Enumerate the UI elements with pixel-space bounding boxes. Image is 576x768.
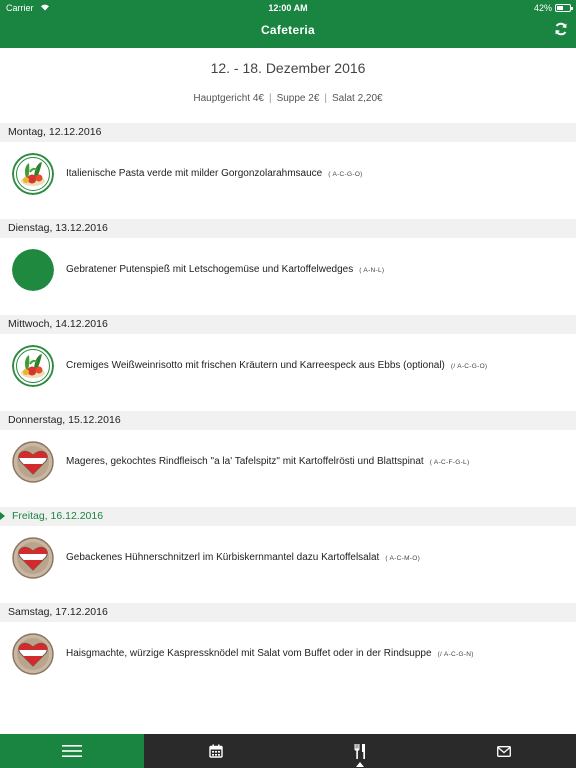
week-range: 12. - 18. Dezember 2016 — [210, 60, 366, 76]
meal-description: Mageres, gekochtes Rindfleisch "a la' Ta… — [66, 456, 469, 467]
battery-percent: 42% — [533, 3, 552, 13]
vegetarian-icon — [12, 345, 54, 387]
austria-heart-icon — [12, 537, 54, 579]
day-list: Montag, 12.12.2016 Italienische Pasta ver… — [0, 123, 576, 699]
fork-knife-icon — [354, 743, 366, 759]
status-bar: Carrier 12:00 AM 42% — [0, 0, 576, 16]
meal-description: Gebratener Putenspieß mit Letschogemüse … — [66, 264, 384, 275]
battery-icon — [555, 4, 573, 12]
meal-description: Cremiges Weißweinrisotto mit frischen Kr… — [66, 360, 487, 371]
calendar-icon — [209, 744, 223, 758]
austria-heart-icon — [12, 633, 54, 675]
allergen-codes: (/ A-C-G-N) — [437, 651, 474, 658]
tab-bar — [0, 734, 576, 768]
green-dot-icon — [12, 249, 54, 291]
calendar-tab[interactable] — [144, 734, 288, 768]
menu-tab[interactable] — [0, 734, 144, 768]
day-header: Montag, 12.12.2016 — [0, 123, 576, 142]
price-soup: Suppe 2€ — [276, 93, 320, 104]
meal-name: Gebackenes Hühnerschnitzerl im Kürbisker… — [66, 552, 380, 563]
day-header: Mittwoch, 14.12.2016 — [0, 315, 576, 334]
price-salad: Salat 2,20€ — [332, 93, 383, 104]
meal-description: Italienische Pasta verde mit milder Gorg… — [66, 168, 363, 179]
day-header: Donnerstag, 15.12.2016 — [0, 411, 576, 430]
meal-name: Haisgmachte, würzige Kaspressknödel mit … — [66, 648, 432, 659]
meal-description: Haisgmachte, würzige Kaspressknödel mit … — [66, 648, 474, 659]
meal-name: Mageres, gekochtes Rindfleisch "a la' Ta… — [66, 456, 424, 467]
envelope-icon — [497, 745, 511, 757]
meal-row[interactable]: Italienische Pasta verde mit milder Gorg… — [0, 142, 576, 219]
mail-tab[interactable] — [432, 734, 576, 768]
refresh-icon[interactable] — [554, 22, 568, 36]
hamburger-icon — [62, 744, 82, 758]
austria-heart-icon — [12, 441, 54, 483]
day-header: Freitag, 16.12.2016 — [0, 507, 576, 526]
meal-row[interactable]: Mageres, gekochtes Rindfleisch "a la' Ta… — [0, 430, 576, 507]
allergen-codes: ( A-C-M-O) — [385, 555, 421, 562]
day-header: Samstag, 17.12.2016 — [0, 603, 576, 622]
page-title: Cafeteria — [260, 23, 316, 37]
meal-name: Cremiges Weißweinrisotto mit frischen Kr… — [66, 360, 445, 371]
status-time: 12:00 AM — [268, 3, 308, 13]
meal-row[interactable]: Gebratener Putenspieß mit Letschogemüse … — [0, 238, 576, 315]
allergen-codes: ( A-C-F-G-L) — [429, 459, 470, 466]
meal-name: Italienische Pasta verde mit milder Gorg… — [66, 168, 323, 179]
day-header: Dienstag, 13.12.2016 — [0, 219, 576, 238]
meal-row[interactable]: Gebackenes Hühnerschnitzerl im Kürbisker… — [0, 526, 576, 603]
allergen-codes: (/ A-C-G-O) — [450, 363, 488, 370]
meal-name: Gebratener Putenspieß mit Letschogemüse … — [66, 264, 354, 275]
price-main: Hauptgericht 4€ — [193, 93, 264, 104]
allergen-codes: ( A-N-L) — [359, 267, 385, 274]
meal-row[interactable]: Cremiges Weißweinrisotto mit frischen Kr… — [0, 334, 576, 411]
price-info: Hauptgericht 4€ | Suppe 2€ | Salat 2,20€ — [193, 93, 383, 104]
navigation-bar: Carrier 12:00 AM 42% Cafeteria — [0, 0, 576, 48]
meal-description: Gebackenes Hühnerschnitzerl im Kürbisker… — [66, 552, 420, 563]
meal-row[interactable]: Haisgmachte, würzige Kaspressknödel mit … — [0, 622, 576, 699]
vegetarian-icon — [12, 153, 54, 195]
allergen-codes: ( A-C-G-O) — [328, 171, 363, 178]
active-tab-indicator — [356, 762, 364, 767]
